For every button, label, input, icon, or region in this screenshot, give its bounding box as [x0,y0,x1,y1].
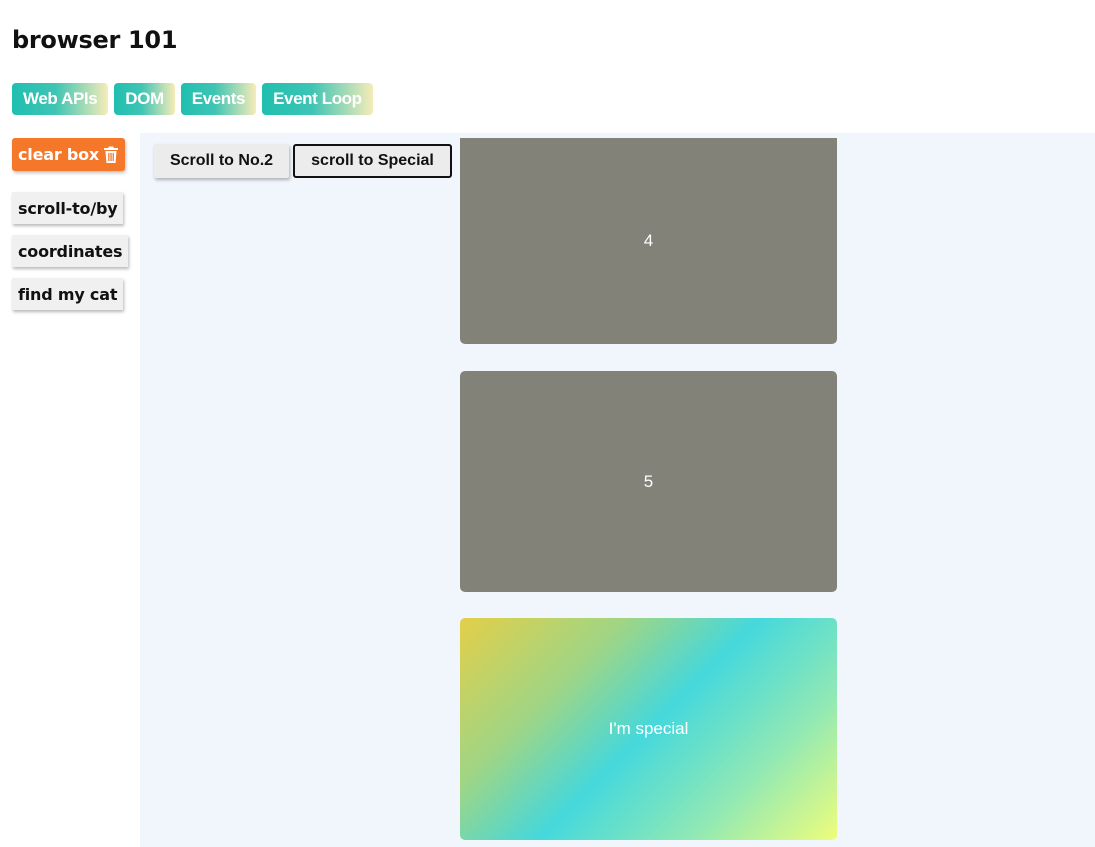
clear-box-label: clear box [18,145,100,164]
tab-event-loop[interactable]: Event Loop [262,83,373,115]
scroll-to-special-button[interactable]: scroll to Special [293,144,452,178]
tab-events[interactable]: Events [180,83,257,115]
sidebar-item-coordinates[interactable]: coordinates [12,235,129,267]
sidebar-item-find-my-cat[interactable]: find my cat [12,278,124,310]
box-label: 4 [643,231,654,250]
box-label: I'm special [608,719,689,738]
page-title: browser 101 [12,26,178,54]
sidebar: clear box scroll-to/by coordinates find … [12,138,129,321]
tab-web-apis[interactable]: Web APIs [12,83,109,115]
box-label: 5 [643,471,654,491]
trash-icon [104,146,119,163]
scroll-panel[interactable]: Scroll to No.2 scroll to Special 4 5 I'm… [140,133,1095,847]
clear-box-button[interactable]: clear box [12,138,126,171]
sidebar-item-scroll-to-by[interactable]: scroll-to/by [12,192,124,224]
box-4: 4 [460,138,837,344]
tab-dom[interactable]: DOM [114,83,175,115]
special-box: I'm special [460,618,837,840]
box-5: 5 [460,371,837,592]
top-nav: Web APIs DOM Events Event Loop [12,83,373,115]
scroll-to-no2-button[interactable]: Scroll to No.2 [154,144,289,178]
